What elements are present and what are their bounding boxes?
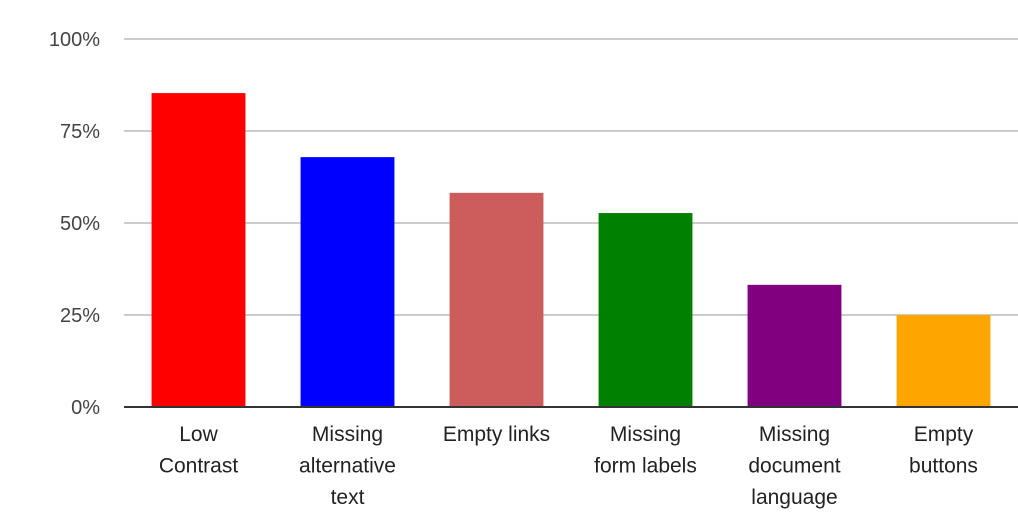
bar-low-contrast (151, 93, 246, 407)
x-tick-label-line: alternative (299, 455, 396, 478)
y-tick-label: 50% (60, 213, 100, 235)
x-tick-label-line: Contrast (159, 455, 239, 478)
y-axis-ticks: 0% 25% 50% 75% 100% (49, 29, 100, 419)
x-tick-label-line: form labels (594, 455, 697, 478)
x-tick-label-line: Missing (759, 423, 830, 446)
x-tick-label: Empty links (443, 423, 550, 446)
bar-missing-document-language (747, 284, 842, 407)
bar-chart: 0% 25% 50% 75% 100% Low Contrast Missing altern… (49, 29, 1018, 509)
y-tick-label: 100% (49, 29, 100, 51)
x-tick-label-line: language (751, 486, 837, 509)
gridlines (124, 38, 1018, 316)
x-tick-label-line: Low (179, 423, 218, 446)
bar-missing-alternative-text (300, 157, 395, 407)
x-axis-labels: Low Contrast Missing alternative text Empty l… (159, 423, 978, 509)
x-tick-label-line: text (331, 486, 365, 509)
x-tick-label: Missing alternative text (299, 423, 396, 509)
x-tick-label-line: buttons (909, 455, 978, 478)
x-tick-label-line: Missing (312, 423, 383, 446)
y-tick-label: 75% (60, 121, 100, 143)
x-tick-label: Low Contrast (159, 423, 239, 478)
x-tick-label: Missing form labels (594, 423, 697, 478)
bar-empty-links (449, 192, 544, 407)
bars (151, 93, 991, 407)
bar-missing-form-labels (598, 213, 693, 407)
x-tick-label-line: Empty (914, 423, 974, 446)
x-tick-label: Empty buttons (909, 423, 978, 478)
y-tick-label: 0% (71, 397, 100, 419)
y-tick-label: 25% (60, 305, 100, 327)
x-tick-label: Missing document language (748, 423, 840, 509)
x-tick-label-line: document (748, 455, 840, 478)
bar-empty-buttons (896, 315, 991, 407)
x-tick-label-line: Empty links (443, 423, 550, 446)
x-tick-label-line: Missing (610, 423, 681, 446)
